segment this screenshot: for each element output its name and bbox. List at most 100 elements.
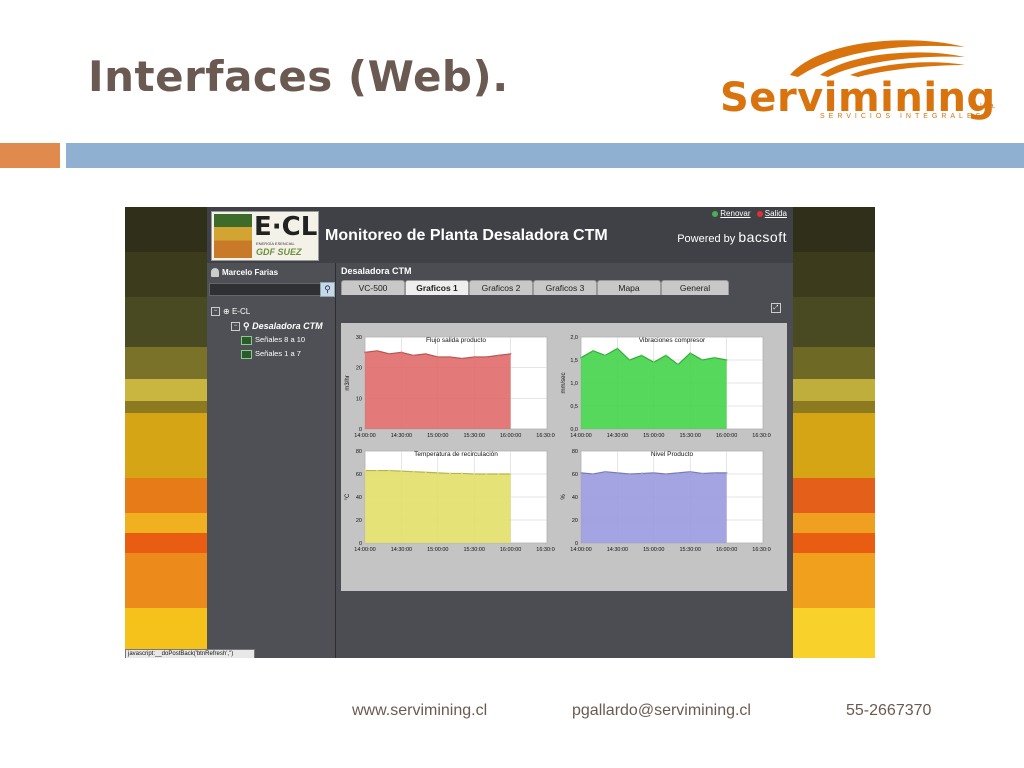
main-content: Desaladora CTM VC-500 Graficos 1 Grafico… [337,263,787,658]
data-point [689,470,692,473]
x-tick-label: 15:00:00 [643,433,664,439]
tab-graficos-1[interactable]: Graficos 1 [405,280,469,296]
x-tick-label: 16:00:00 [500,433,521,439]
data-point [713,471,716,474]
stripe-left [125,401,207,413]
x-tick-label: 14:30:00 [607,547,628,553]
data-point [364,469,366,472]
tree-plant-label: Desaladora CTM [252,321,323,331]
y-tick-label: 1,0 [570,381,578,387]
data-point [388,352,391,355]
data-point [628,359,631,361]
y-tick-label: 20 [356,366,362,372]
stripe-left [125,297,207,347]
logo-ltda: Ltda. [980,103,996,110]
ecl-wordmark: E·CL [254,212,318,242]
salida-label: Salida [764,209,787,218]
tab-mapa[interactable]: Mapa [597,280,661,296]
data-point [701,359,704,361]
data-point [616,471,619,474]
footer-phone: 55-2667370 [846,702,932,719]
exit-icon [756,210,763,217]
stripe-right [793,533,875,553]
data-point [592,473,595,475]
accent-band-orange [0,143,60,168]
search-button[interactable]: ⚲ [320,282,335,297]
chart-title: Vibraciones compresor [639,337,706,344]
x-tick-label: 14:00:00 [354,547,375,553]
data-point [713,356,716,359]
gdf-suez-brand: GDF SUEZ [256,247,302,257]
x-tick-label: 15:30:00 [679,433,700,439]
data-point [376,469,379,472]
data-point [616,347,619,350]
x-tick-label: 15:30:00 [463,433,484,439]
collapse-icon[interactable]: − [231,322,240,332]
stripe-right [793,513,875,533]
stripe-right [793,413,875,478]
stripe-left [125,347,207,379]
search-icon: ⚲ [324,284,331,294]
salida-link[interactable]: Salida [756,209,787,218]
tree-node-signals[interactable]: Señales 1 a 7 [211,347,323,361]
stripe-left [125,207,207,252]
data-point [424,471,427,474]
signal-group-icon [241,349,252,359]
tree-node-root[interactable]: − ⊕ E-CL [211,305,323,319]
search-input[interactable] [209,283,321,296]
stripe-right [793,379,875,401]
data-point [412,470,415,473]
sidebar: Marcelo Farias ⚲ − ⊕ E-CL − ⚲ Desaladora C… [207,263,336,658]
data-point [497,473,500,475]
expand-icon[interactable]: ⤢ [771,303,781,313]
y-axis-label: mm/sec [561,373,567,394]
x-tick-label: 16:30:00 [536,433,555,439]
app-title: Monitoreo de Planta Desaladora CTM [325,227,608,244]
data-point [628,473,631,475]
stripe-right [793,252,875,297]
y-tick-label: 60 [572,472,578,478]
stripe-left [125,553,207,608]
y-tick-label: 30 [356,335,362,341]
data-point [604,354,607,357]
series-area [581,471,727,543]
data-point [485,473,488,475]
tree-node-signals[interactable]: Señales 8 a 10 [211,333,323,347]
stripe-left [125,413,207,478]
chart-nivel-svg: 14:00:00 14:30:00 15:00:00 15:30:00 16:00:00… [561,449,771,553]
tab-general[interactable]: General [661,280,729,296]
y-tick-label: 0 [575,541,578,547]
tree-root-label: E-CL [231,307,251,316]
tab-graficos-2[interactable]: Graficos 2 [469,280,533,296]
tab-vc500[interactable]: VC-500 [341,280,405,296]
footer-website[interactable]: www.servimining.cl [352,702,487,720]
data-point [640,354,643,357]
x-tick-label: 14:00:00 [570,547,591,553]
collapse-icon[interactable]: − [211,307,220,317]
stripe-right [793,207,875,252]
data-point [677,471,679,474]
data-point [652,471,655,474]
data-point [449,472,451,475]
logo-tagline: SERVICIOS INTEGRALES [820,113,985,120]
x-tick-label: 15:00:00 [427,547,448,553]
tree-item-label: Señales 1 a 7 [255,349,301,358]
tab-graficos-3[interactable]: Graficos 3 [533,280,597,296]
powered-by: Powered by bacsoft [677,229,787,245]
y-tick-label: 2,0 [570,335,578,341]
renovar-link[interactable]: Renovar [712,209,751,218]
ecl-logo: E·CL ENERGÍA ESENCIAL GDF SUEZ [211,211,319,261]
y-tick-label: 0 [359,427,362,433]
data-point [412,354,415,357]
tree-node-plant[interactable]: − ⚲ Desaladora CTM [211,319,323,333]
x-tick-label: 14:00:00 [570,433,591,439]
stripe-right [793,297,875,347]
x-tick-label: 15:00:00 [643,547,664,553]
data-point [400,351,403,354]
x-tick-label: 16:00:00 [716,433,737,439]
chart-nivel: 14:00:00 14:30:00 15:00:00 15:30:00 16:00:00… [559,445,771,560]
y-tick-label: 0,0 [570,427,578,433]
data-point [725,471,728,474]
footer-email[interactable]: pgallardo@servimining.cl [572,702,751,720]
x-tick-label: 16:30:00 [752,547,771,553]
